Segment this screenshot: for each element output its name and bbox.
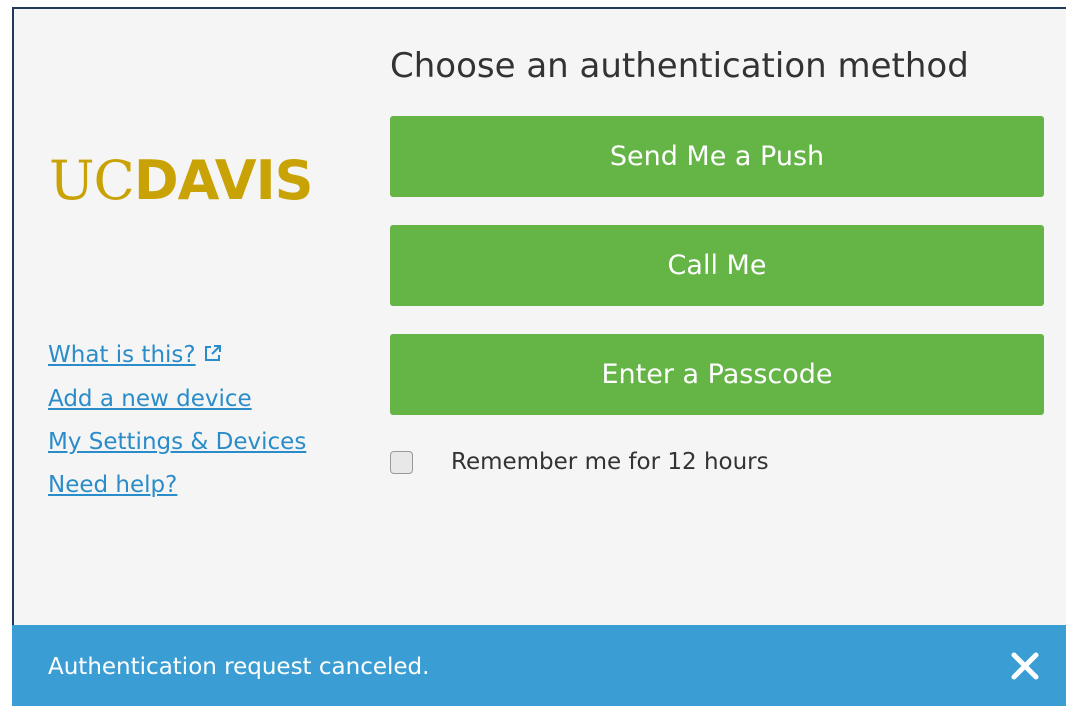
what-is-this-link[interactable]: What is this? (48, 334, 306, 378)
banner-message: Authentication request canceled. (48, 654, 430, 680)
remember-me: Remember me for 12 hours (390, 446, 769, 478)
what-is-this-label: What is this? (48, 342, 196, 368)
close-icon[interactable] (1008, 649, 1042, 683)
call-me-label: Call Me (667, 250, 767, 281)
enter-passcode-label: Enter a Passcode (601, 359, 833, 390)
status-banner: Authentication request canceled. (12, 625, 1066, 706)
remember-checkbox[interactable] (390, 450, 413, 474)
help-links: What is this? Add a new device My Settin… (48, 334, 306, 507)
external-link-icon (203, 335, 223, 378)
add-device-link[interactable]: Add a new device (48, 378, 306, 421)
page-title: Choose an authentication method (390, 46, 969, 86)
call-me-button[interactable]: Call Me (390, 225, 1044, 306)
ucdavis-logo: UCDAVIS (49, 149, 314, 212)
enter-passcode-button[interactable]: Enter a Passcode (390, 334, 1044, 415)
logo-uc: UC (49, 149, 135, 212)
remember-label: Remember me for 12 hours (451, 449, 769, 475)
send-push-label: Send Me a Push (609, 141, 825, 172)
settings-devices-link[interactable]: My Settings & Devices (48, 421, 306, 464)
send-push-button[interactable]: Send Me a Push (390, 116, 1044, 197)
need-help-link[interactable]: Need help? (48, 464, 306, 507)
logo-davis: DAVIS (133, 149, 314, 212)
